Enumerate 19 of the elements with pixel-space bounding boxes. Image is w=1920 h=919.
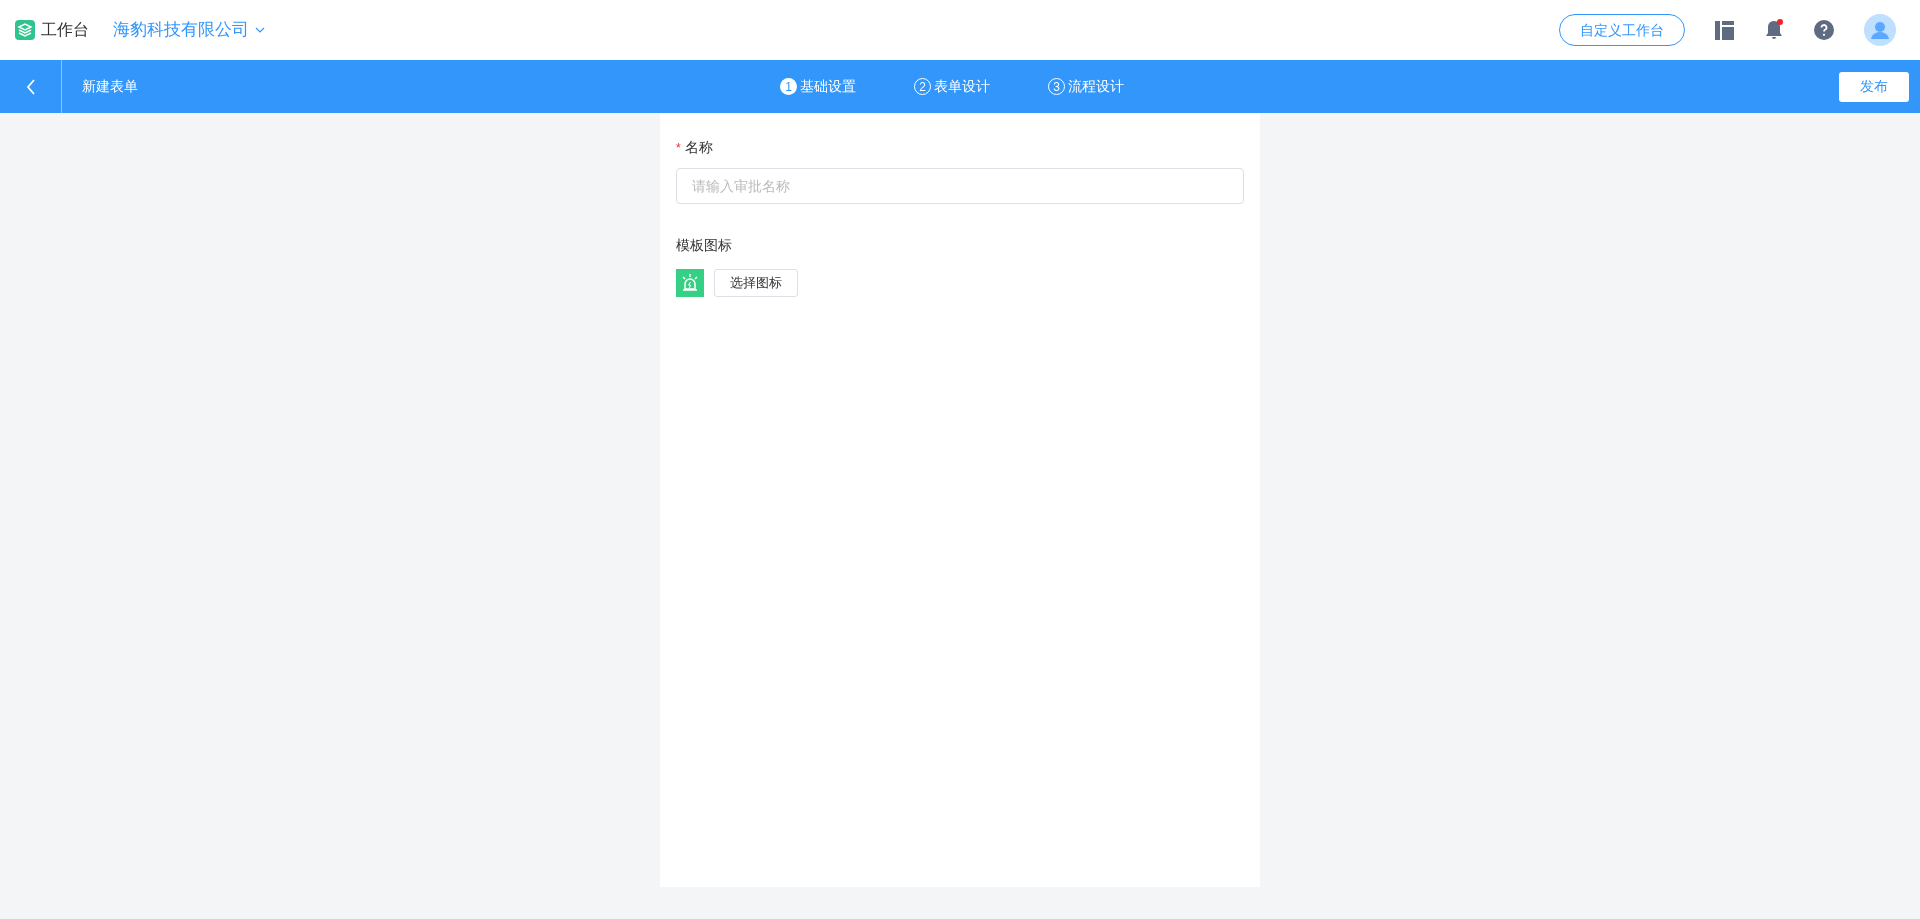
required-mark: *: [676, 139, 681, 157]
bell-icon[interactable]: [1764, 19, 1784, 41]
name-input[interactable]: 请输入审批名称: [676, 168, 1244, 204]
step-tab[interactable]: 3 流程设计: [1048, 76, 1124, 97]
step-tab[interactable]: 1 基础设置: [780, 76, 856, 97]
step-tab[interactable]: 2 表单设计: [914, 76, 990, 97]
publish-button[interactable]: 发布: [1839, 71, 1909, 102]
choose-icon-button[interactable]: 选择图标: [714, 269, 798, 297]
company-switcher[interactable]: 海豹科技有限公司: [113, 17, 265, 43]
name-label: 名称: [684, 138, 713, 157]
template-icon-label: 模板图标: [676, 236, 733, 255]
siren-icon: [676, 269, 704, 297]
chevron-down-icon: [255, 27, 265, 33]
stack-logo-icon: [15, 20, 35, 40]
page-title: 新建表单: [82, 77, 138, 96]
layout-icon[interactable]: [1715, 20, 1734, 40]
help-icon[interactable]: [1814, 20, 1834, 40]
chevron-left-icon: [25, 78, 36, 95]
app-title: 工作台: [41, 20, 89, 40]
